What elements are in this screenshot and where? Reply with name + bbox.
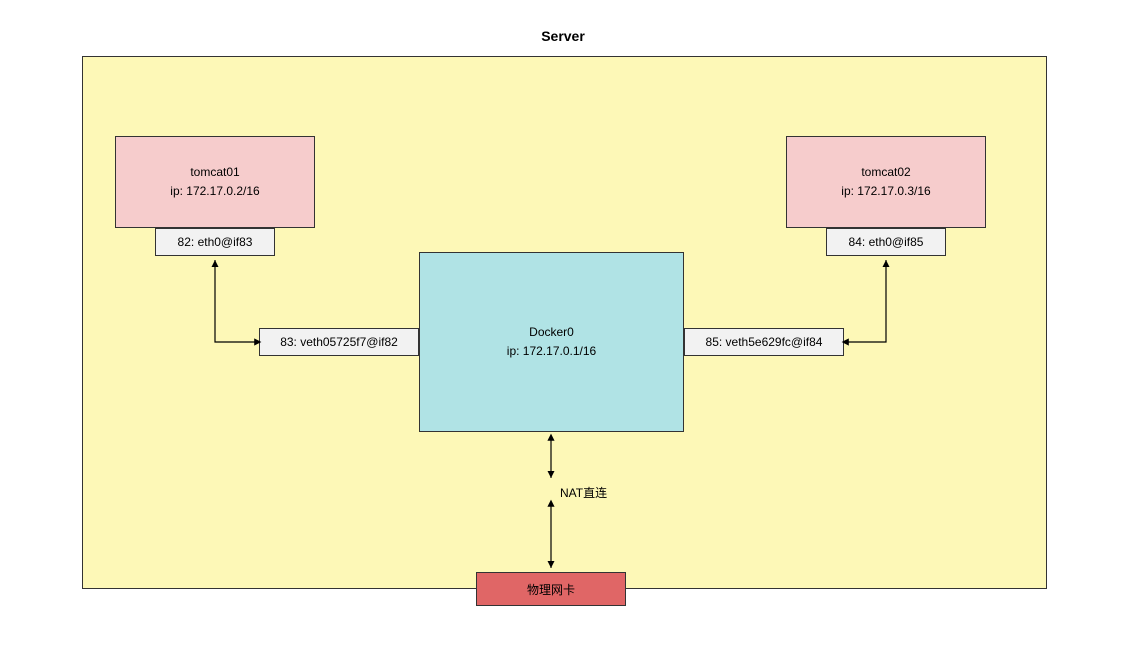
- docker0-name: Docker0: [529, 323, 574, 342]
- physical-nic-text: 物理网卡: [527, 581, 575, 598]
- tomcat01-ip: ip: 172.17.0.2/16: [170, 182, 259, 201]
- veth1-label: 83: veth05725f7@if82: [259, 328, 419, 356]
- diagram-canvas: Server tomcat01 ip: 172.17.0.2/16 82: et…: [0, 0, 1126, 645]
- veth1-text: 83: veth05725f7@if82: [280, 335, 398, 349]
- tomcat01-eth: 82: eth0@if83: [178, 235, 253, 249]
- tomcat02-name: tomcat02: [861, 163, 910, 182]
- docker0-ip: ip: 172.17.0.1/16: [507, 342, 596, 361]
- tomcat01-eth-label: 82: eth0@if83: [155, 228, 275, 256]
- tomcat02-eth: 84: eth0@if85: [849, 235, 924, 249]
- server-title: Server: [0, 28, 1126, 44]
- nat-label: NAT直连: [560, 484, 607, 501]
- tomcat02-ip: ip: 172.17.0.3/16: [841, 182, 930, 201]
- docker0-box: Docker0 ip: 172.17.0.1/16: [419, 252, 684, 432]
- tomcat01-box: tomcat01 ip: 172.17.0.2/16: [115, 136, 315, 228]
- tomcat01-name: tomcat01: [190, 163, 239, 182]
- veth2-label: 85: veth5e629fc@if84: [684, 328, 844, 356]
- tomcat02-box: tomcat02 ip: 172.17.0.3/16: [786, 136, 986, 228]
- tomcat02-eth-label: 84: eth0@if85: [826, 228, 946, 256]
- veth2-text: 85: veth5e629fc@if84: [706, 335, 823, 349]
- physical-nic-box: 物理网卡: [476, 572, 626, 606]
